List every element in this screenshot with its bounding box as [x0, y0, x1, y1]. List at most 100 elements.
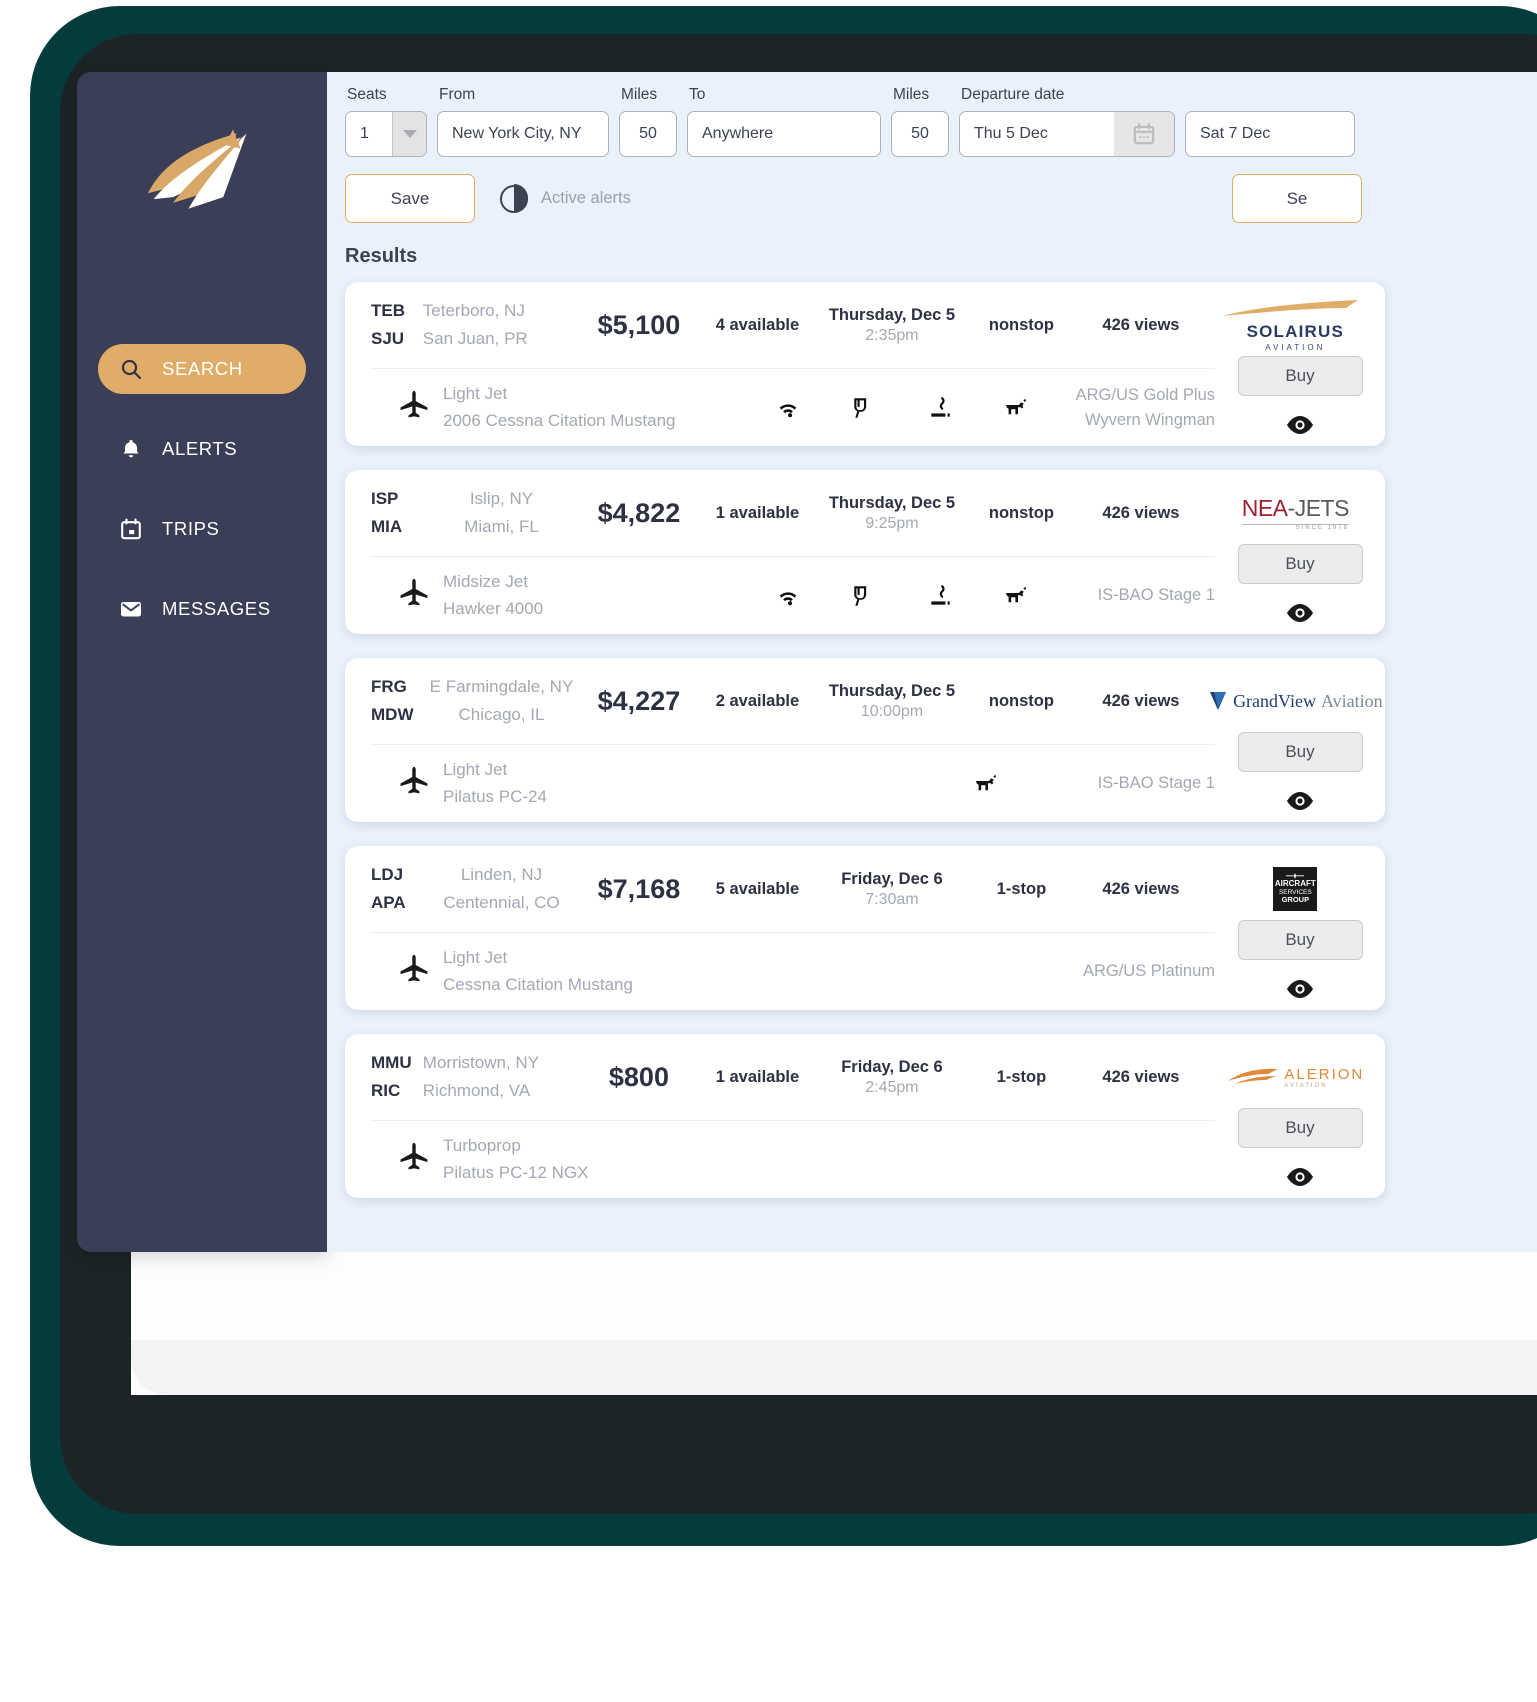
- availability: 1 available: [715, 1067, 800, 1086]
- price: $5,100: [597, 309, 681, 340]
- views-count: 426 views: [1102, 879, 1180, 898]
- active-alerts-toggle[interactable]: Active alerts: [500, 184, 631, 213]
- city-names: Morristown, NY Richmond, VA: [423, 1049, 580, 1104]
- sidebar-item-messages[interactable]: MESSAGES: [98, 584, 306, 634]
- dest-code: SJU: [371, 329, 405, 348]
- to-miles-input[interactable]: 50: [891, 111, 949, 157]
- watch-toggle[interactable]: [1215, 978, 1385, 1000]
- search-submit-button[interactable]: Se: [1232, 174, 1362, 223]
- sidebar-item-label: MESSAGES: [162, 597, 271, 619]
- buy-button[interactable]: Buy: [1237, 732, 1363, 772]
- dest-city: Chicago, IL: [458, 705, 545, 724]
- result-card[interactable]: MMU RIC Morristown, NY Richmond, VA $800…: [345, 1034, 1385, 1198]
- aircraft-model: Hawker 4000: [443, 598, 544, 618]
- views-count: 426 views: [1102, 315, 1180, 334]
- search-actions-row: Save Active alerts Se: [345, 174, 1537, 223]
- origin-code: TEB: [371, 301, 405, 321]
- result-card-details: Light Jet Pilatus PC-24 IS-BAO Stage 1: [371, 744, 1215, 822]
- sidebar-item-label: TRIPS: [162, 517, 220, 539]
- departure-date-input[interactable]: Thu 5 Dec: [959, 111, 1175, 157]
- to-field: To Anywhere: [687, 86, 881, 157]
- result-card-actions: Buy: [1215, 658, 1385, 822]
- dest-city: Richmond, VA: [422, 1081, 531, 1100]
- price: $4,822: [597, 497, 681, 528]
- smoking-icon: [925, 393, 955, 423]
- origin-city: E Farmingdale, NY: [429, 677, 574, 697]
- app-logo: [77, 72, 327, 272]
- buy-button[interactable]: Buy: [1237, 1108, 1363, 1148]
- stops: nonstop: [988, 691, 1054, 710]
- watch-toggle[interactable]: [1215, 602, 1385, 624]
- stops: 1-stop: [996, 879, 1047, 898]
- departure-when: Thursday, Dec 5 9:25pm: [817, 494, 966, 533]
- aircraft-info: Light Jet 2006 Cessna Citation Mustang: [443, 381, 703, 434]
- stops: 1-stop: [996, 1067, 1047, 1086]
- aircraft-info: Midsize Jet Hawker 4000: [443, 569, 703, 622]
- origin-city: Teterboro, NJ: [422, 301, 525, 321]
- origin-code: ISP: [371, 489, 399, 509]
- views-count: 426 views: [1102, 503, 1180, 522]
- safety-ratings: ARG/US Platinum: [1075, 959, 1215, 984]
- result-card[interactable]: LDJ APA Linden, NJ Centennial, CO $7,168…: [345, 846, 1385, 1010]
- eye-icon: [1287, 604, 1313, 622]
- return-date-input[interactable]: Sat 7 Dec: [1185, 111, 1355, 157]
- safety-rating: ARG/US Platinum: [1082, 962, 1215, 981]
- result-card[interactable]: ISP MIA Islip, NY Miami, FL $4,822 1 ava…: [345, 470, 1385, 634]
- result-card[interactable]: TEB SJU Teterboro, NJ San Juan, PR $5,10…: [345, 282, 1385, 446]
- aircraft-class: Light Jet: [443, 948, 508, 968]
- dest-city: Miami, FL: [464, 517, 539, 536]
- city-names: Linden, NJ Centennial, CO: [423, 861, 580, 916]
- aircraft-info: Light Jet Pilatus PC-24: [443, 757, 703, 810]
- pet-icon: [971, 769, 1001, 799]
- buy-button[interactable]: Buy: [1237, 544, 1363, 584]
- aircraft-model: Cessna Citation Mustang: [443, 974, 633, 994]
- views-count: 426 views: [1102, 1067, 1180, 1086]
- airport-codes: ISP MIA: [371, 485, 423, 540]
- departure-date: Thursday, Dec 5: [828, 681, 956, 700]
- to-input[interactable]: Anywhere: [687, 111, 881, 157]
- pet-icon: [1001, 393, 1031, 423]
- calendar-icon[interactable]: [1114, 112, 1174, 156]
- departure-when: Friday, Dec 6 2:45pm: [817, 1058, 966, 1097]
- watch-toggle[interactable]: [1215, 790, 1385, 812]
- watch-toggle[interactable]: [1215, 1166, 1385, 1188]
- buy-button[interactable]: Buy: [1237, 356, 1363, 396]
- departure-when: Thursday, Dec 5 2:35pm: [817, 306, 966, 345]
- result-card-details: Light Jet Cessna Citation Mustang ARG/US…: [371, 932, 1215, 1010]
- dest-city: Centennial, CO: [443, 893, 560, 912]
- search-fields-row: Seats 1 From New York City, NY Miles 50 …: [345, 86, 1537, 157]
- aircraft-model: Pilatus PC-12 NGX: [443, 1162, 589, 1182]
- sidebar-nav: SEARCH ALERTS TRIPS MESSAGES: [77, 344, 327, 634]
- to-miles-value: 50: [911, 125, 929, 142]
- departure-date-label: Departure date: [961, 86, 1065, 103]
- availability: 1 available: [715, 503, 800, 522]
- to-miles-label: Miles: [893, 86, 930, 103]
- from-label: From: [439, 86, 476, 103]
- save-button[interactable]: Save: [345, 174, 475, 223]
- availability: 5 available: [715, 879, 800, 898]
- eye-icon: [1287, 1168, 1313, 1186]
- safety-ratings: ARG/US Gold Plus Wyvern Wingman: [1075, 383, 1215, 433]
- aircraft-class: Midsize Jet: [443, 572, 529, 592]
- from-miles-label: Miles: [621, 86, 658, 103]
- from-input[interactable]: New York City, NY: [437, 111, 609, 157]
- sidebar-item-trips[interactable]: TRIPS: [98, 504, 306, 554]
- aircraft-class: Light Jet: [443, 384, 508, 404]
- sidebar-item-search[interactable]: SEARCH: [98, 344, 306, 394]
- device-chin: [131, 1340, 1537, 1395]
- safety-rating: IS-BAO Stage 1: [1097, 586, 1215, 605]
- departure-when: Thursday, Dec 5 10:00pm: [817, 682, 966, 721]
- from-value: New York City, NY: [452, 125, 582, 142]
- result-card[interactable]: FRG MDW E Farmingdale, NY Chicago, IL $4…: [345, 658, 1385, 822]
- dest-code: MIA: [371, 517, 403, 536]
- sidebar-item-alerts[interactable]: ALERTS: [98, 424, 306, 474]
- airport-codes: TEB SJU: [371, 297, 423, 352]
- from-miles-input[interactable]: 50: [619, 111, 677, 157]
- seats-value: 1: [360, 125, 369, 142]
- seats-stepper[interactable]: 1: [345, 111, 427, 157]
- chevron-down-icon[interactable]: [392, 112, 426, 156]
- eye-icon: [1287, 792, 1313, 810]
- city-names: E Farmingdale, NY Chicago, IL: [423, 673, 580, 728]
- buy-button[interactable]: Buy: [1237, 920, 1363, 960]
- watch-toggle[interactable]: [1215, 414, 1385, 436]
